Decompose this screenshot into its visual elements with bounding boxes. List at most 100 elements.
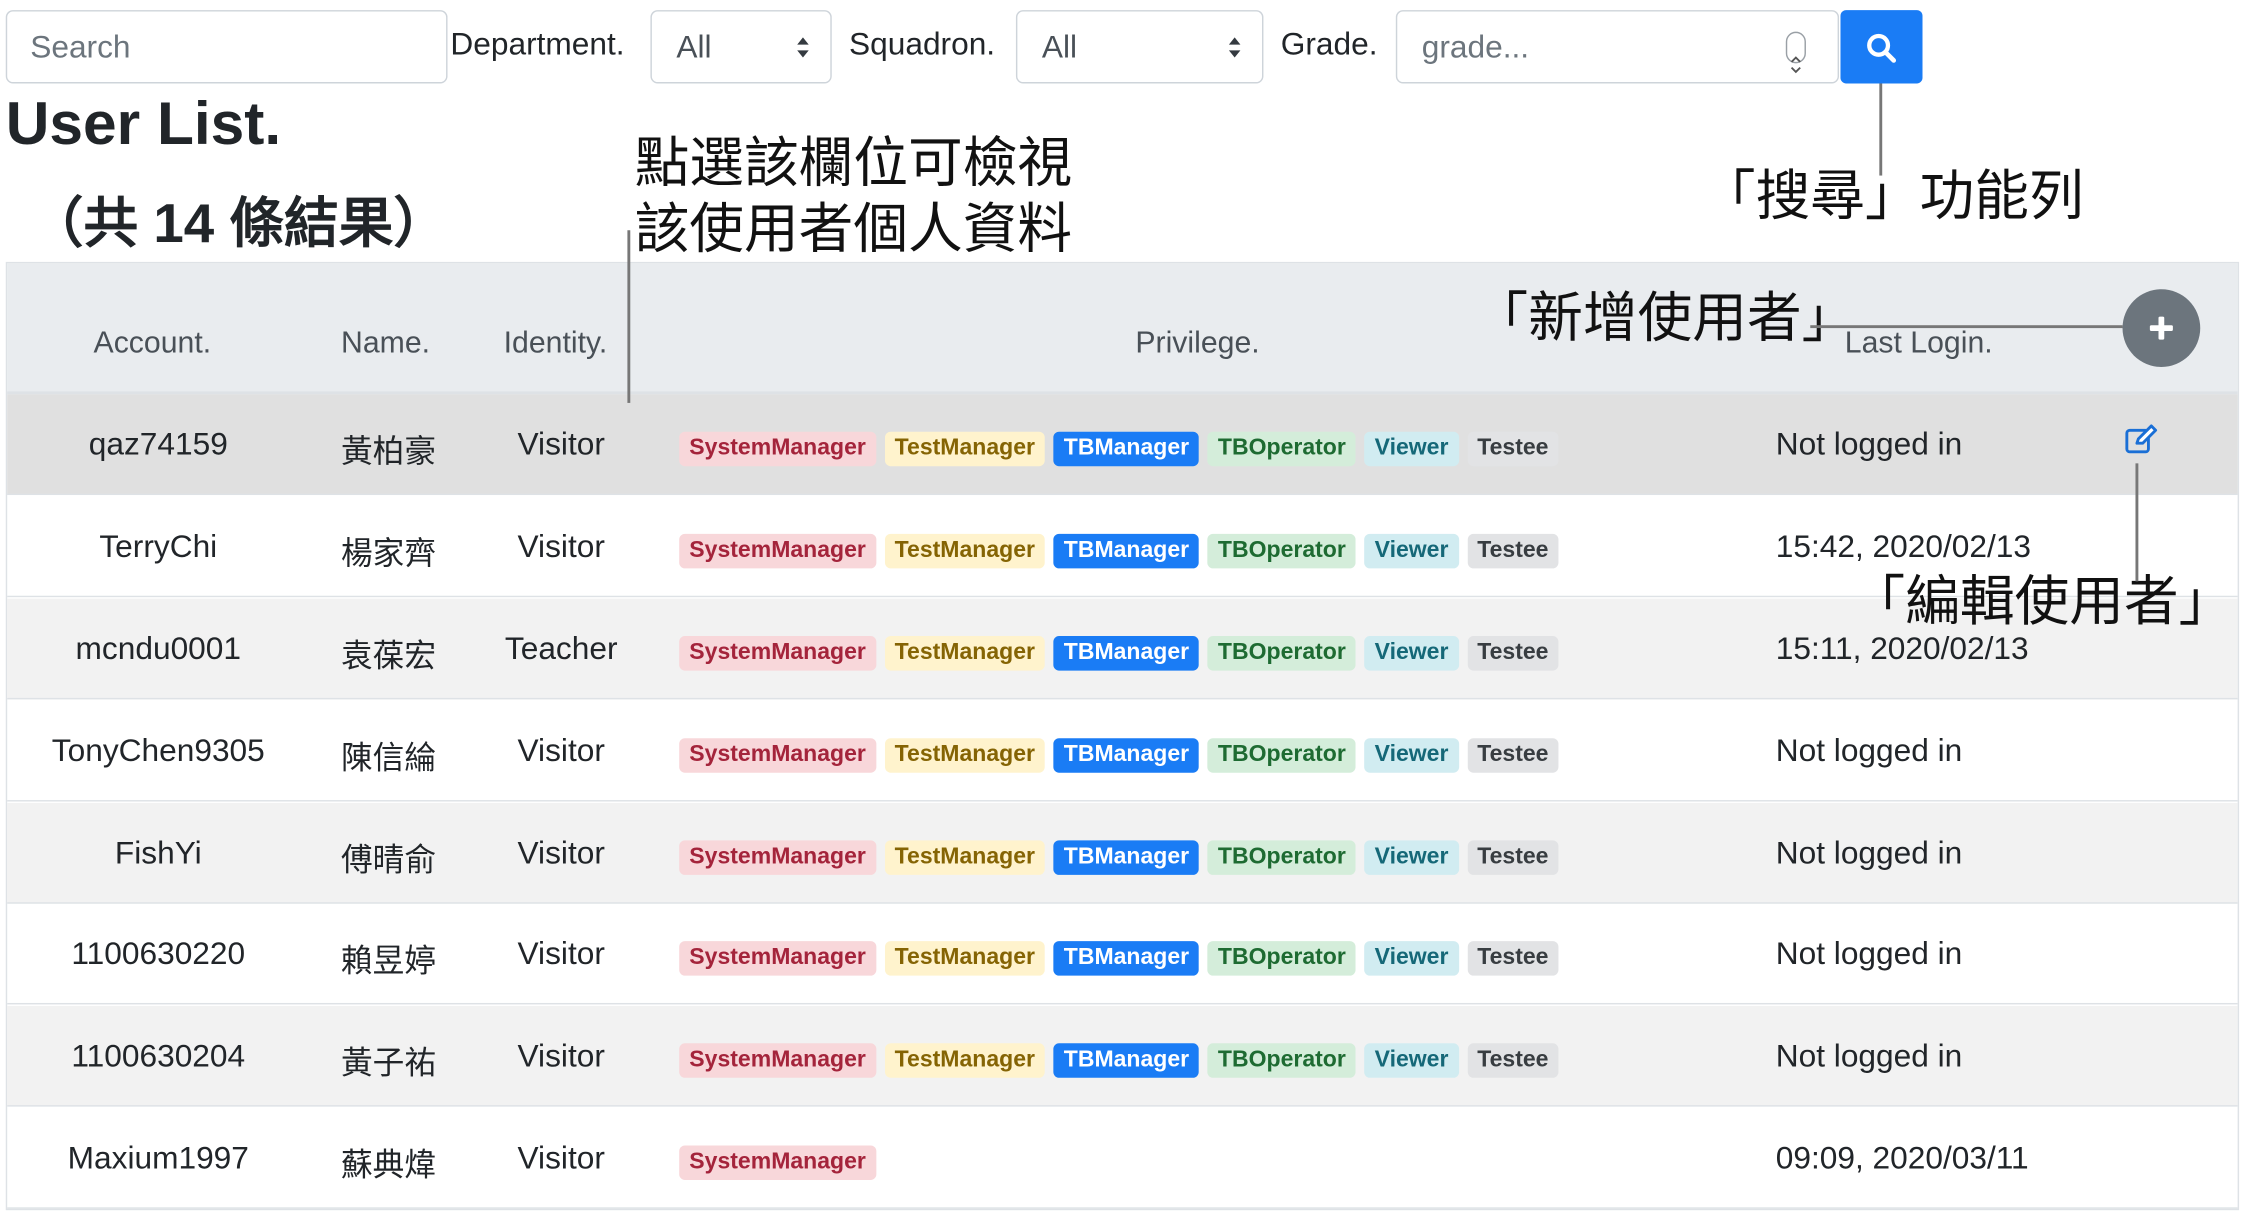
badge-systemmanager: SystemManager: [679, 636, 876, 671]
cell-name: 楊家齊: [341, 535, 437, 572]
table-row[interactable]: qaz74159 黃柏豪 Visitor Not logged in SystemMan…: [7, 394, 2238, 496]
privilege-badges: SystemManager TestManager TBManager TBOpera…: [679, 1043, 1559, 1078]
cell-identity: Visitor: [517, 834, 605, 871]
cell-last-login: Not logged in: [1775, 935, 1963, 972]
edit-icon[interactable]: [2124, 423, 2159, 458]
grade-label: Grade.: [1280, 25, 1378, 62]
badge-tbmanager: TBManager: [1053, 1043, 1200, 1078]
badge-tbmanager: TBManager: [1053, 941, 1200, 976]
cell-identity: Visitor: [517, 1139, 605, 1176]
badge-testee: Testee: [1467, 840, 1559, 875]
badge-viewer: Viewer: [1364, 636, 1459, 671]
cell-identity: Visitor: [517, 732, 605, 769]
badge-tboperator: TBOperator: [1207, 1043, 1356, 1078]
squadron-select[interactable]: All: [1015, 10, 1264, 84]
squadron-label: Squadron.: [849, 25, 996, 62]
badge-tbmanager: TBManager: [1053, 738, 1200, 773]
annotation-row-click: 點選該欄位可檢視 該使用者個人資料: [635, 130, 1072, 262]
badge-tbmanager: TBManager: [1053, 636, 1200, 671]
search-input[interactable]: Search: [5, 10, 448, 84]
badge-testmanager: TestManager: [884, 840, 1046, 875]
header-name[interactable]: Name.: [341, 327, 430, 362]
cell-name: 陳信綸: [341, 739, 437, 776]
cell-account: TerryChi: [99, 528, 218, 565]
cell-name: 傅晴俞: [341, 841, 437, 878]
badge-systemmanager: SystemManager: [679, 1145, 876, 1180]
badge-viewer: Viewer: [1364, 738, 1459, 773]
privilege-badges: SystemManager TestManager TBManager TBOpera…: [679, 533, 1559, 569]
add-user-button[interactable]: [2122, 289, 2201, 367]
badge-tboperator: TBOperator: [1207, 840, 1356, 875]
badge-systemmanager: SystemManager: [679, 533, 876, 569]
squadron-select-value: All: [1041, 28, 1078, 65]
cell-account: FishYi: [114, 834, 202, 871]
table-row[interactable]: TonyChen9305 陳信綸 Visitor Not logged in Syste…: [7, 701, 2238, 802]
cell-last-login: Not logged in: [1775, 732, 1963, 769]
badge-testmanager: TestManager: [884, 941, 1046, 976]
grade-input[interactable]: grade...: [1395, 10, 1840, 84]
cell-account: mcndu0001: [75, 630, 242, 667]
cell-account: 1100630204: [71, 1037, 246, 1074]
header-account[interactable]: Account.: [94, 327, 212, 362]
cell-identity: Teacher: [504, 630, 618, 667]
search-button[interactable]: [1840, 10, 1923, 84]
annotation-row-click-line1: 點選該欄位可檢視: [634, 130, 1073, 195]
badge-systemmanager: SystemManager: [679, 840, 876, 875]
cell-account: Maxium1997: [67, 1139, 249, 1176]
cell-identity: Visitor: [517, 1037, 605, 1074]
cell-name: 黃子祐: [341, 1044, 437, 1081]
annotation-search-bar: 「搜尋」功能列: [1700, 164, 2084, 228]
badge-testmanager: TestManager: [884, 636, 1046, 671]
badge-tbmanager: TBManager: [1053, 533, 1200, 569]
badge-tboperator: TBOperator: [1207, 636, 1356, 671]
annotation-pointer-line: [1879, 83, 1883, 176]
cell-identity: Visitor: [517, 935, 605, 972]
table-header: Account. Name. Identity. Privilege. Last…: [7, 263, 2238, 395]
cell-identity: Visitor: [517, 425, 605, 462]
table-row[interactable]: FishYi 傅晴俞 Visitor Not logged in SystemManag…: [7, 802, 2238, 904]
department-label: Department.: [450, 25, 625, 62]
badge-tboperator: TBOperator: [1207, 431, 1356, 467]
header-last-login[interactable]: Last Login.: [1845, 327, 1993, 362]
annotation-pointer-line: [2135, 463, 2139, 582]
badge-testmanager: TestManager: [884, 533, 1046, 569]
badge-testmanager: TestManager: [884, 738, 1046, 773]
page-title: User List.: [5, 89, 282, 157]
cell-account: TonyChen9305: [51, 732, 265, 769]
privilege-badges: SystemManager TestManager TBManager TBOpera…: [679, 431, 1559, 467]
header-privilege[interactable]: Privilege.: [1135, 327, 1259, 362]
department-select[interactable]: All: [650, 10, 832, 84]
badge-testee: Testee: [1467, 636, 1559, 671]
table-row[interactable]: Maxium1997 蘇典煒 Visitor 09:09, 2020/03/11 Sys…: [7, 1108, 2238, 1209]
select-arrows-icon: [797, 37, 809, 58]
privilege-badges: SystemManager TestManager TBManager TBOpera…: [679, 840, 1559, 875]
table-row[interactable]: 1100630204 黃子祐 Visitor Not logged in SystemM…: [7, 1005, 2238, 1107]
badge-testmanager: TestManager: [884, 1043, 1046, 1078]
annotation-add-user: 「新增使用者」: [1473, 286, 1857, 350]
annotation-edit-user: 「編輯使用者」: [1850, 569, 2234, 634]
badge-viewer: Viewer: [1364, 533, 1459, 569]
badge-tboperator: TBOperator: [1207, 533, 1356, 569]
badge-viewer: Viewer: [1364, 941, 1459, 976]
header-identity[interactable]: Identity.: [504, 327, 608, 362]
badge-systemmanager: SystemManager: [679, 941, 876, 976]
search-icon: [1867, 33, 1897, 63]
privilege-badges: SystemManager TestManager TBManager TBOpera…: [679, 738, 1559, 773]
badge-viewer: Viewer: [1364, 840, 1459, 875]
badge-systemmanager: SystemManager: [679, 431, 876, 467]
grade-input-placeholder: grade...: [1421, 28, 1530, 65]
department-select-value: All: [676, 28, 712, 65]
plus-icon: [2149, 316, 2173, 340]
select-arrows-icon: [1228, 37, 1241, 58]
annotation-pointer-line: [627, 230, 631, 403]
cell-last-login: Not logged in: [1775, 834, 1963, 871]
cell-name: 袁葆宏: [341, 637, 437, 674]
table-row[interactable]: 1100630220 賴昱婷 Visitor Not logged in SystemM…: [7, 904, 2238, 1005]
cell-name: 黃柏豪: [341, 433, 437, 470]
badge-tbmanager: TBManager: [1053, 840, 1200, 875]
spinner-icon[interactable]: [1785, 31, 1806, 74]
user-table: Account. Name. Identity. Privilege. Last…: [5, 261, 2240, 1211]
stage: Search Department. All Squadron. All Gra…: [0, 0, 2242, 1217]
cell-last-login: 15:42, 2020/02/13: [1775, 528, 2031, 565]
badge-testee: Testee: [1467, 533, 1559, 569]
